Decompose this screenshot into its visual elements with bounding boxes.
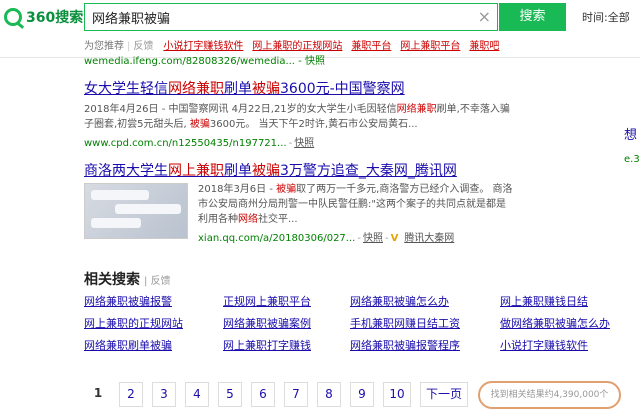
related-search-link[interactable]: 小说打字赚钱软件: [500, 337, 588, 353]
page-link[interactable]: 9: [350, 382, 374, 407]
title-text: 女大学生轻信: [84, 81, 168, 97]
result-title[interactable]: 女大学生轻信网络兼职刷单被骗3600元-中国警察网: [84, 78, 544, 98]
feedback-text: 反馈: [150, 276, 171, 287]
divider: -: [288, 138, 293, 149]
page-link[interactable]: 10: [383, 382, 411, 407]
title-text: 3600元-中国警察网: [280, 81, 405, 97]
suggestion-link[interactable]: 小说打字赚钱软件: [163, 41, 243, 52]
result-url-line: www.cpd.com.cn/n12550435/n197721... - 快照: [84, 134, 544, 149]
desc-text: 取了两万一千多元,商洛警方已经介入调查。 商洛: [296, 184, 513, 195]
desc-text: 刷单,不幸落入骗: [436, 104, 510, 115]
title-text: 刷单: [224, 163, 252, 179]
suggestion-bar: 为您推荐 | 反馈 小说打字赚钱软件 网上兼职的正规网站 兼职平台 网上兼职平台 兼职吧: [84, 37, 508, 52]
desc-text: 3600元。 当天下午2时许,黄石市公安局黄石...: [209, 119, 418, 130]
verified-icon: V: [390, 233, 399, 244]
suggest-label: 为您推荐: [84, 41, 124, 52]
related-search-link[interactable]: 网络兼职刷单被骗: [84, 337, 172, 353]
result-url[interactable]: www.cpd.com.cn/n12550435/n197721...: [84, 138, 287, 149]
logo-ring-icon: [4, 8, 22, 26]
side-panel-fragment[interactable]: 想: [624, 124, 637, 143]
desc-highlight: 被骗: [276, 184, 297, 195]
related-search-link[interactable]: 网上兼职的正规网站: [84, 315, 183, 331]
next-page-button[interactable]: 下一页: [420, 382, 468, 407]
related-search-link[interactable]: 手机兼职网赚日结工资: [350, 315, 460, 331]
result-description: 2018年4月26日 - 中国警察网讯 4月22日,21岁的女大学生小毛因轻信网…: [84, 102, 544, 132]
suggestion-link[interactable]: 网上兼职的正规网站: [252, 41, 342, 52]
time-label: 时间:: [582, 11, 608, 24]
search-button[interactable]: 搜索: [499, 3, 566, 31]
feedback-link[interactable]: 反馈: [133, 41, 153, 52]
related-search-link[interactable]: 网络兼职被骗报警程序: [350, 337, 460, 353]
title-highlight: 被骗: [252, 163, 280, 179]
related-feedback-link[interactable]: | 反馈: [144, 276, 171, 287]
desc-highlight: 网络: [238, 214, 258, 225]
search-box: ×: [84, 3, 498, 31]
result-description: 2018年3月6日 - 被骗取了两万一千多元,商洛警方已经介入调查。 商洛市公安…: [198, 182, 564, 227]
result-url[interactable]: xian.qq.com/a/20180306/027...: [198, 233, 355, 244]
chat-bubble: [91, 190, 149, 200]
suggestion-link[interactable]: 网上兼职平台: [400, 41, 460, 52]
snapshot-link[interactable]: 快照: [363, 233, 383, 244]
title-highlight: 被骗: [252, 81, 280, 97]
side-panel-fragment: e.3: [624, 154, 640, 165]
logo-360[interactable]: 360搜索: [4, 7, 83, 27]
related-search-link[interactable]: 正规网上兼职平台: [223, 293, 311, 309]
time-filter[interactable]: 时间:全部: [582, 9, 630, 25]
related-search-link[interactable]: 网上兼职打字赚钱: [223, 337, 311, 353]
page-link[interactable]: 7: [284, 382, 308, 407]
desc-text: 2018年3月6日 -: [198, 184, 277, 195]
related-search-link[interactable]: 做网络兼职被骗怎么办: [500, 315, 610, 331]
desc-highlight: 网络兼职: [396, 104, 437, 115]
result-url-line: xian.qq.com/a/20180306/027... - 快照 - V 腾讯大秦网: [198, 229, 564, 244]
page-current: 1: [86, 382, 110, 407]
page-link[interactable]: 8: [317, 382, 341, 407]
search-result: 商洛两大学生网上兼职刷单被骗3万警方追查_大秦网_腾讯网 2018年3月6日 -…: [84, 160, 564, 244]
page-link[interactable]: 4: [185, 382, 209, 407]
desc-text: 利用各种: [198, 214, 238, 225]
desc-text: 子圈套,初尝5元甜头后,: [84, 119, 190, 130]
related-search-link[interactable]: 网络兼职被骗报警: [84, 293, 172, 309]
related-title-text: 相关搜索: [84, 272, 140, 288]
time-value[interactable]: 全部: [608, 11, 630, 24]
page-link[interactable]: 2: [119, 382, 143, 407]
page-link[interactable]: 6: [251, 382, 275, 407]
divider: |: [127, 41, 131, 52]
title-text: 刷单: [224, 81, 252, 97]
page-link[interactable]: 5: [218, 382, 242, 407]
chat-bubble: [115, 204, 181, 214]
desc-highlight: 被骗: [189, 119, 210, 130]
related-search-link[interactable]: 网上兼职赚钱日结: [500, 293, 588, 309]
header: 360搜索 × 搜索 时间:全部 为您推荐|反馈小说打字赚钱软件网上兼职的正规网…: [0, 0, 640, 58]
chat-bubble: [91, 218, 141, 228]
desc-text: 市公安局商州分局刑警一中队民警任鹏:"这两个案子的共同点就是都是: [198, 199, 506, 210]
title-highlight: 网上兼职: [168, 163, 224, 179]
result-thumbnail[interactable]: [84, 183, 188, 239]
page-link[interactable]: 3: [152, 382, 176, 407]
logo-text: 360搜索: [26, 10, 84, 26]
related-search-link[interactable]: 网络兼职被骗怎么办: [350, 293, 449, 309]
desc-text: 社交平...: [258, 214, 298, 225]
title-text: 商洛两大学生: [84, 163, 168, 179]
related-searches-title: 相关搜索 | 反馈: [84, 269, 171, 289]
snapshot-link[interactable]: 快照: [294, 138, 314, 149]
suggestion-link[interactable]: 兼职吧: [469, 41, 499, 52]
divider: -: [384, 233, 389, 244]
desc-text: 2018年4月26日 - 中国警察网讯 4月22日,21岁的女大学生小毛因轻信: [84, 104, 397, 115]
search-input[interactable]: [85, 4, 465, 30]
previous-result-url[interactable]: wemedia.ifeng.com/82808326/wemedia... - …: [84, 52, 325, 67]
title-highlight: 网络兼职: [168, 81, 224, 97]
suggestion-link[interactable]: 兼职平台: [351, 41, 391, 52]
related-search-link[interactable]: 网络兼职被骗案例: [223, 315, 311, 331]
divider: -: [357, 233, 361, 244]
search-result: 女大学生轻信网络兼职刷单被骗3600元-中国警察网 2018年4月26日 - 中…: [84, 78, 544, 149]
results-count: 找到相关结果约4,390,000个: [478, 381, 621, 409]
result-title[interactable]: 商洛两大学生网上兼职刷单被骗3万警方追查_大秦网_腾讯网: [84, 160, 564, 180]
source-link[interactable]: 腾讯大秦网: [404, 233, 454, 244]
title-text: 3万警方追查_大秦网_腾讯网: [280, 163, 457, 179]
clear-icon[interactable]: ×: [478, 7, 491, 27]
